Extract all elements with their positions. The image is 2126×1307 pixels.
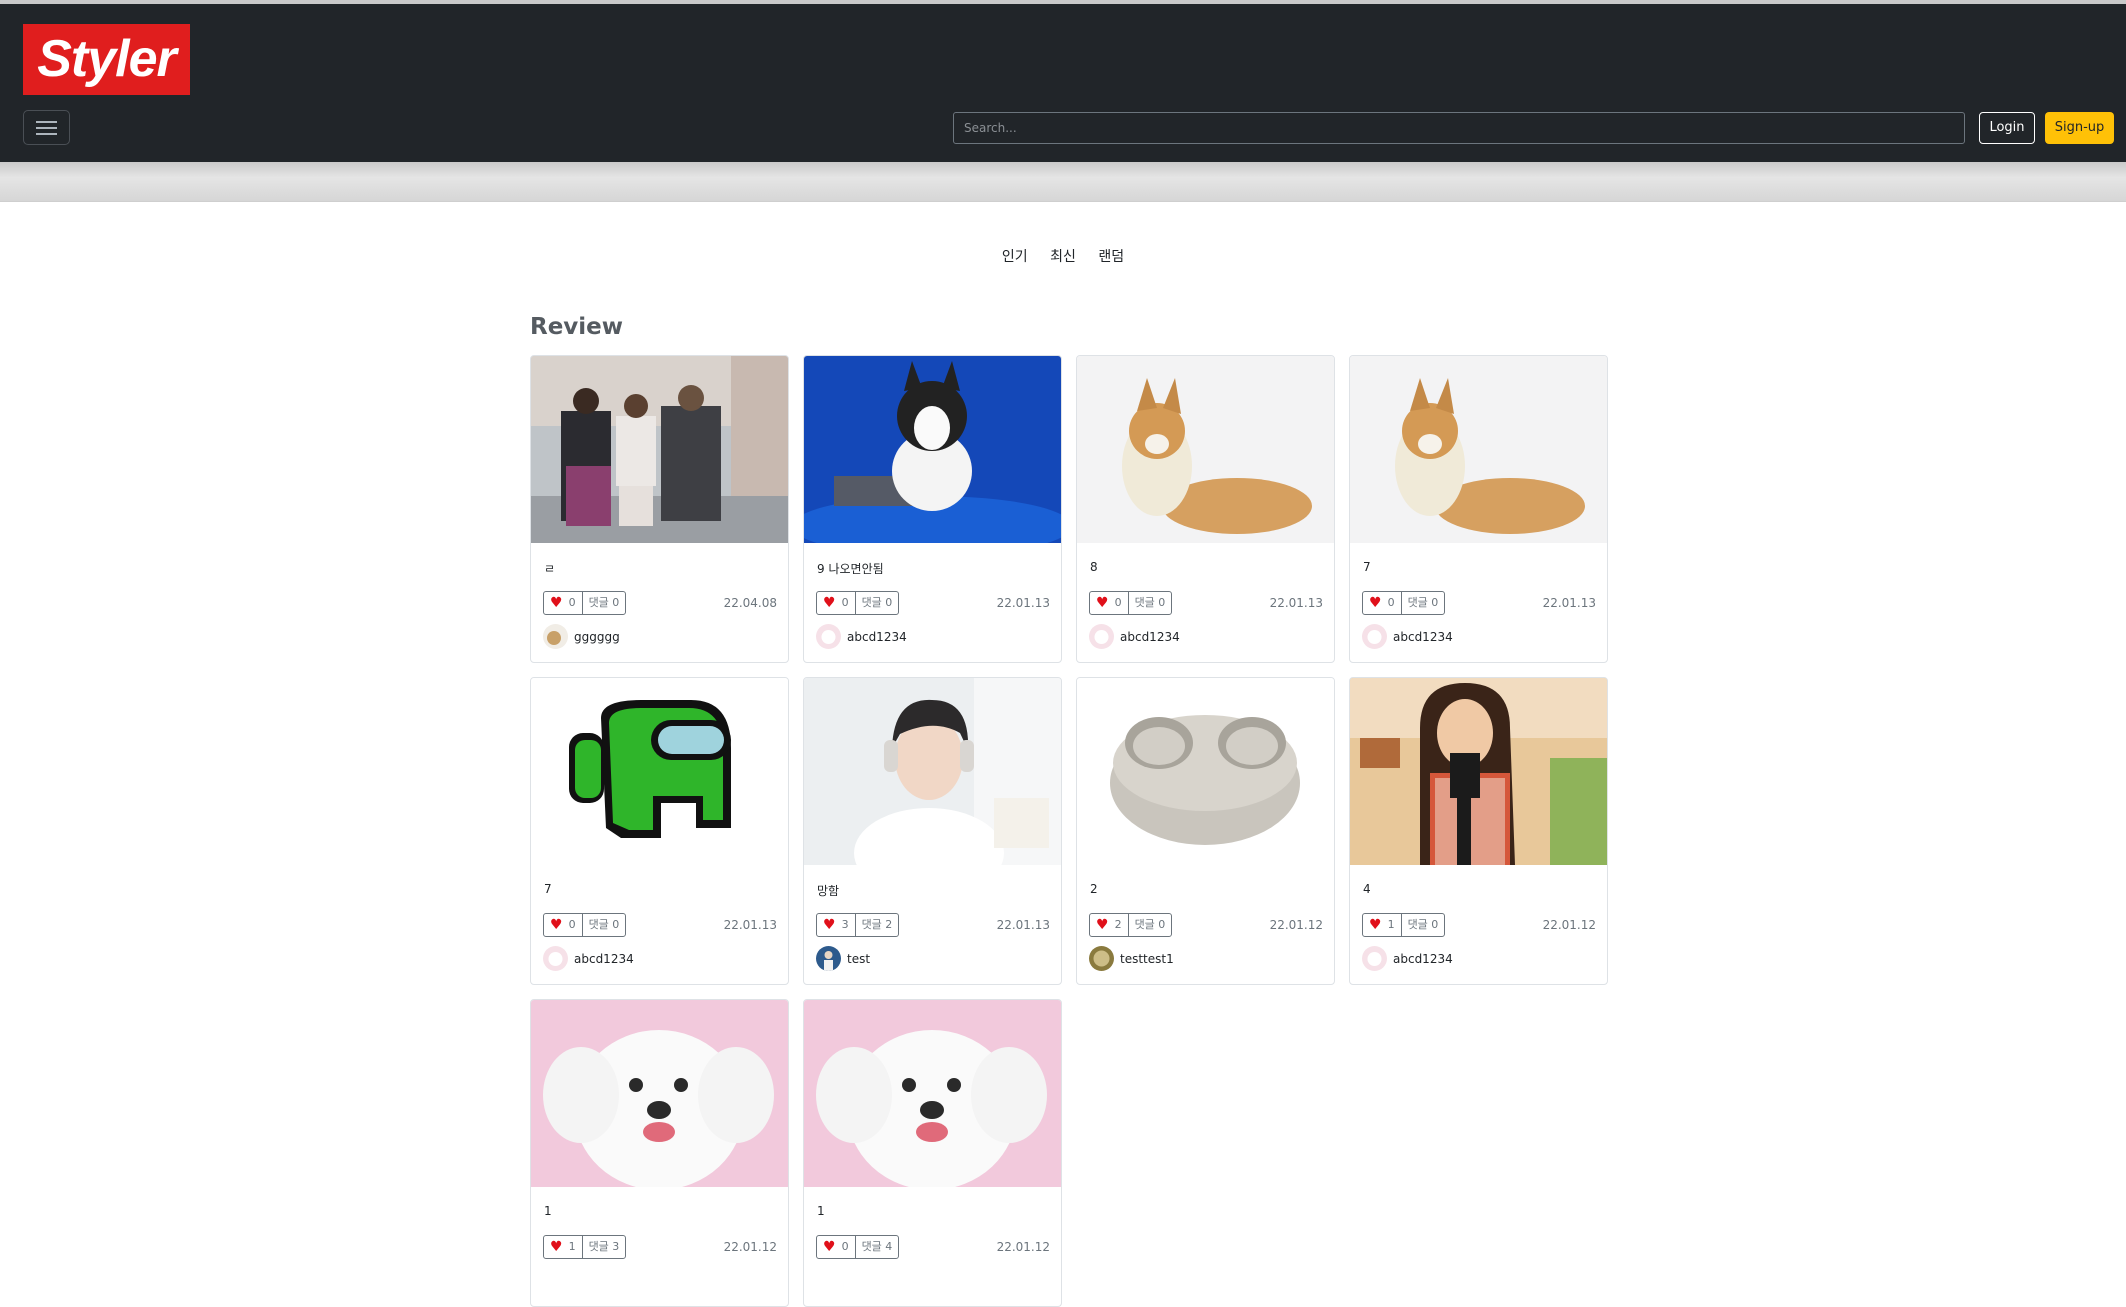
post-date: 22.01.13 <box>1269 596 1323 610</box>
avatar <box>1089 624 1114 649</box>
avatar <box>1362 946 1387 971</box>
post-date: 22.01.13 <box>723 918 777 932</box>
card-title: 7 <box>1363 560 1371 574</box>
heart-icon: ♥ <box>1369 917 1382 933</box>
comment-count: 댓글 0 <box>1127 914 1172 936</box>
comment-count: 댓글 0 <box>1127 592 1172 614</box>
heart-icon: ♥ <box>550 917 563 933</box>
logo[interactable]: Styler <box>23 24 190 95</box>
review-card[interactable]: 망함 ♥ 3 댓글 2 22.01.13 test <box>803 677 1062 985</box>
review-card[interactable]: 1 ♥ 0 댓글 4 22.01.12 <box>803 999 1062 1307</box>
white-poodle-photo <box>804 1000 1061 1187</box>
search-input[interactable] <box>953 112 1965 144</box>
avatar <box>543 946 568 971</box>
hamburger-icon <box>36 121 57 123</box>
like-button[interactable]: ♥ 1 댓글 3 <box>543 1235 627 1259</box>
tab-random[interactable]: 랜덤 <box>1098 246 1124 266</box>
review-card[interactable]: 4 ♥ 1 댓글 0 22.01.12 abcd1234 <box>1349 677 1608 985</box>
card-title: 1 <box>544 1204 552 1218</box>
like-button[interactable]: ♥ 3 댓글 2 <box>816 913 900 937</box>
heart-icon: ♥ <box>823 917 836 933</box>
author[interactable]: abcd1234 <box>816 624 907 649</box>
post-date: 22.01.13 <box>996 918 1050 932</box>
white-poodle-photo <box>531 1000 788 1187</box>
menu-toggle-button[interactable] <box>23 110 70 145</box>
card-title: 8 <box>1090 560 1098 574</box>
post-date: 22.01.12 <box>723 1240 777 1254</box>
card-title: 7 <box>544 882 552 896</box>
section-title: Review <box>530 314 624 340</box>
post-date: 22.01.13 <box>996 596 1050 610</box>
like-button[interactable]: ♥ 0 댓글 0 <box>1089 591 1173 615</box>
avatar <box>816 624 841 649</box>
sort-tabs: 인기 최신 랜덤 <box>0 246 2126 266</box>
heart-icon: ♥ <box>823 595 836 611</box>
card-title: ㄹ <box>544 562 556 576</box>
login-button[interactable]: Login <box>1979 112 2035 144</box>
sub-navbar <box>0 162 2126 202</box>
post-date: 22.04.08 <box>723 596 777 610</box>
review-card[interactable]: 9 나오면안됨 ♥ 0 댓글 0 22.01.13 abcd1234 <box>803 355 1062 663</box>
comment-count: 댓글 0 <box>1400 914 1445 936</box>
heart-icon: ♥ <box>823 1239 836 1255</box>
woman-camera-photo <box>1350 678 1607 865</box>
comment-count: 댓글 0 <box>1400 592 1445 614</box>
review-card[interactable]: 7 ♥ 0 댓글 0 22.01.13 abcd1234 <box>1349 355 1608 663</box>
post-date: 22.01.12 <box>1269 918 1323 932</box>
tab-latest[interactable]: 최신 <box>1050 246 1076 266</box>
like-button[interactable]: ♥ 0 댓글 0 <box>816 591 900 615</box>
corgi-photo <box>1077 356 1334 543</box>
avatar <box>816 946 841 971</box>
like-button[interactable]: ♥ 0 댓글 0 <box>543 913 627 937</box>
post-date: 22.01.13 <box>1542 596 1596 610</box>
card-title: 9 나오면안됨 <box>817 562 884 576</box>
post-date: 22.01.12 <box>996 1240 1050 1254</box>
review-card[interactable]: 2 ♥ 2 댓글 0 22.01.12 testtest1 <box>1076 677 1335 985</box>
like-button[interactable]: ♥ 0 댓글 4 <box>816 1235 900 1259</box>
comment-count: 댓글 4 <box>854 1236 899 1258</box>
card-title: 2 <box>1090 882 1098 896</box>
heart-icon: ♥ <box>1369 595 1382 611</box>
man-headphones-photo <box>804 678 1061 865</box>
avatar <box>543 624 568 649</box>
like-button[interactable]: ♥ 0 댓글 0 <box>1362 591 1446 615</box>
like-button[interactable]: ♥ 0 댓글 0 <box>543 591 627 615</box>
author[interactable]: test <box>816 946 870 971</box>
card-title: 4 <box>1363 882 1371 896</box>
review-card[interactable]: 7 ♥ 0 댓글 0 22.01.13 abcd1234 <box>530 677 789 985</box>
author[interactable]: abcd1234 <box>1089 624 1180 649</box>
comment-count: 댓글 0 <box>854 592 899 614</box>
heart-icon: ♥ <box>1096 595 1109 611</box>
street-fashion-photo <box>531 356 788 543</box>
author[interactable]: gggggg <box>543 624 620 649</box>
comment-count: 댓글 0 <box>581 914 626 936</box>
author[interactable]: abcd1234 <box>1362 946 1453 971</box>
review-card[interactable]: ㄹ ♥ 0 댓글 0 22.04.08 gggggg <box>530 355 789 663</box>
green-crewmate-image <box>531 678 788 865</box>
heart-icon: ♥ <box>1096 917 1109 933</box>
post-date: 22.01.12 <box>1542 918 1596 932</box>
navbar: Styler Login Sign-up <box>0 4 2126 162</box>
comment-count: 댓글 0 <box>581 592 626 614</box>
heart-icon: ♥ <box>550 595 563 611</box>
author[interactable]: abcd1234 <box>1362 624 1453 649</box>
avatar <box>1089 946 1114 971</box>
author[interactable]: testtest1 <box>1089 946 1174 971</box>
heart-icon: ♥ <box>550 1239 563 1255</box>
review-card[interactable]: 8 ♥ 0 댓글 0 22.01.13 abcd1234 <box>1076 355 1335 663</box>
tab-popular[interactable]: 인기 <box>1002 246 1028 266</box>
card-title: 망함 <box>817 884 840 898</box>
signup-button[interactable]: Sign-up <box>2045 112 2114 144</box>
earbuds-case-photo <box>1077 678 1334 865</box>
like-button[interactable]: ♥ 1 댓글 0 <box>1362 913 1446 937</box>
like-button[interactable]: ♥ 2 댓글 0 <box>1089 913 1173 937</box>
review-card[interactable]: 1 ♥ 1 댓글 3 22.01.12 <box>530 999 789 1307</box>
card-title: 1 <box>817 1204 825 1218</box>
comment-count: 댓글 2 <box>854 914 899 936</box>
husky-puppy-photo <box>804 356 1061 543</box>
comment-count: 댓글 3 <box>581 1236 626 1258</box>
avatar <box>1362 624 1387 649</box>
corgi-photo <box>1350 356 1607 543</box>
author[interactable]: abcd1234 <box>543 946 634 971</box>
